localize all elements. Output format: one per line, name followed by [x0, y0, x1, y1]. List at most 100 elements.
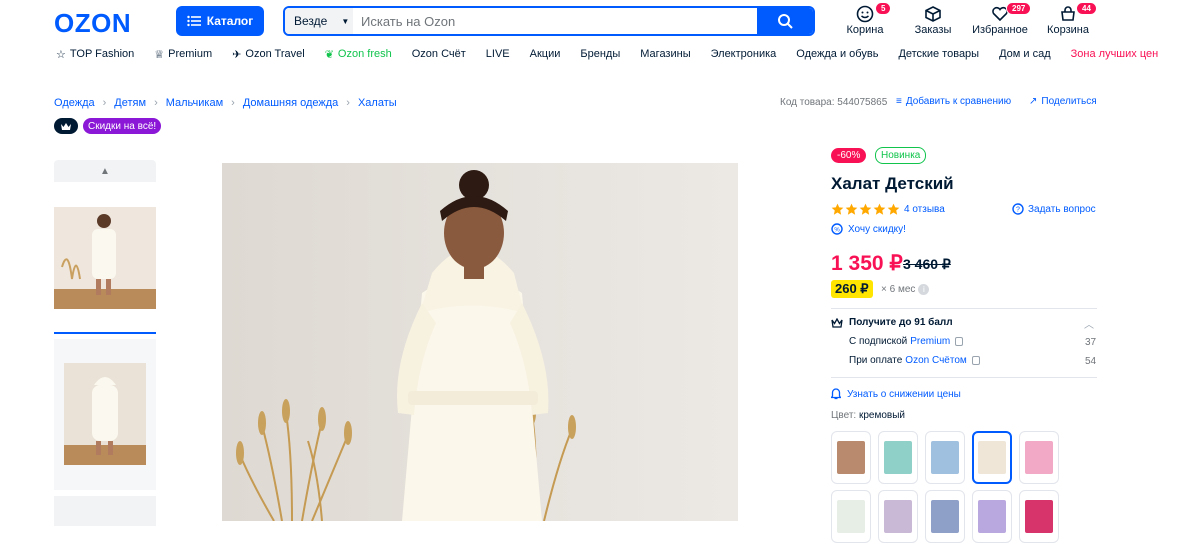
info-icon[interactable]: i — [918, 284, 930, 295]
color-swatch[interactable] — [1019, 490, 1059, 543]
color-swatch[interactable] — [878, 431, 918, 484]
search-input[interactable] — [353, 8, 757, 34]
compare-label: Добавить к сравнению — [905, 96, 1012, 107]
thumbnail-photo — [64, 363, 146, 465]
share-icon: ↗ — [1029, 96, 1038, 107]
nav-item-live[interactable]: LIVE — [486, 48, 510, 60]
header-orders[interactable]: Заказы — [905, 4, 961, 36]
color-swatch[interactable] — [925, 431, 965, 484]
nav-item-top-fashion[interactable]: ☆ TOP Fashion — [56, 48, 134, 61]
discount-badge: -60% — [831, 148, 867, 163]
top-nav: ☆ TOP Fashion ♕ Premium ✈ Ozon Travel ❦ Ozon… — [56, 46, 1158, 62]
discount-chat-icon: % — [831, 223, 843, 235]
nav-label: Premium — [168, 48, 213, 60]
color-swatch-selected[interactable] — [972, 431, 1012, 484]
product-code: Код товара: 544075865 — [780, 97, 888, 108]
ask-question-button[interactable]: ? Задать вопрос — [1012, 203, 1096, 215]
search-button[interactable] — [757, 8, 813, 34]
points-header[interactable]: Получите до 91 балл — [831, 317, 953, 328]
breadcrumb-item[interactable]: Домашняя одежда — [243, 97, 338, 109]
share-button[interactable]: ↗ Поделиться — [1029, 96, 1097, 107]
chevron-right-icon: › — [102, 97, 107, 109]
star-icon — [845, 203, 858, 215]
thumbnail-1[interactable] — [54, 207, 156, 309]
rating-stars[interactable] — [831, 203, 900, 216]
thumbs-up-button[interactable]: ▲ — [54, 160, 156, 182]
header-favorites[interactable]: 297 Избранное — [972, 2, 1032, 36]
swatch-photo — [1025, 500, 1053, 533]
breadcrumb-item[interactable]: Одежда — [54, 97, 95, 109]
nav-item-promotions[interactable]: Акции — [530, 48, 561, 60]
swatch-photo — [978, 441, 1006, 474]
nav-item-ozon-travel[interactable]: ✈ Ozon Travel — [232, 48, 305, 61]
color-label-text: Цвет: — [831, 410, 857, 421]
points-value: 37 — [1085, 337, 1097, 348]
points-prefix: С подпиской — [849, 336, 908, 347]
color-swatch[interactable] — [831, 490, 871, 543]
want-discount-label: Хочу скидку! — [848, 223, 906, 235]
installment-price[interactable]: 260 ₽ — [831, 280, 873, 298]
want-discount-button[interactable]: % Хочу скидку! — [831, 223, 906, 235]
nav-item-home[interactable]: Дом и сад — [999, 48, 1051, 60]
plane-icon: ✈ — [232, 48, 242, 61]
nav-item-premium[interactable]: ♕ Premium — [154, 48, 212, 61]
search-scope-select[interactable]: Везде ▼ — [285, 8, 353, 34]
header-profile[interactable]: 5 Корина — [837, 2, 893, 36]
swatch-photo — [931, 500, 959, 533]
swatch-photo — [1025, 441, 1053, 474]
color-swatch[interactable] — [878, 490, 918, 543]
thumbnail-3[interactable] — [54, 496, 156, 526]
nav-item-kids[interactable]: Детские товары — [898, 48, 979, 60]
divider — [831, 377, 1097, 378]
chevron-up-icon: ▲ — [100, 165, 110, 177]
profile-badge: 5 — [875, 2, 892, 15]
nav-item-ozon-fresh[interactable]: ❦ Ozon fresh — [325, 48, 392, 61]
nav-label: Ozon Travel — [245, 48, 305, 60]
nav-item-electronics[interactable]: Электроника — [711, 48, 777, 60]
color-swatches — [831, 431, 1059, 484]
breadcrumb-item[interactable]: Мальчикам — [166, 97, 223, 109]
svg-text:?: ? — [1016, 207, 1020, 214]
nav-item-brands[interactable]: Бренды — [580, 48, 620, 60]
color-swatch[interactable] — [1019, 431, 1059, 484]
star-icon — [873, 203, 886, 215]
ozon-logo[interactable]: OZON — [54, 8, 131, 39]
color-swatch[interactable] — [925, 490, 965, 543]
catalog-label: Каталог — [206, 14, 254, 28]
nav-item-stores[interactable]: Магазины — [640, 48, 690, 60]
nav-item-best-prices[interactable]: Зона лучших цен — [1071, 48, 1159, 60]
nav-item-ozon-account[interactable]: Ozon Счёт — [412, 48, 466, 60]
search-bar: Везде ▼ — [283, 6, 815, 36]
favorites-badge: 297 — [1006, 2, 1032, 15]
thumbnail-2[interactable] — [54, 339, 156, 490]
color-swatch[interactable] — [831, 431, 871, 484]
premium-link[interactable]: Premium — [910, 336, 950, 347]
thumbnail-photo — [54, 214, 156, 309]
points-row-premium: С подпиской Premium — [849, 336, 964, 347]
ozon-account-link[interactable]: Ozon Счётом — [905, 355, 966, 366]
header-cart[interactable]: 44 Корзина — [1040, 2, 1097, 36]
breadcrumb-item[interactable]: Детям — [114, 97, 146, 109]
color-swatch[interactable] — [972, 490, 1012, 543]
lock-icon — [955, 337, 964, 346]
swatch-photo — [837, 441, 865, 474]
leaf-icon: ❦ — [324, 48, 334, 61]
price-drop-notify-button[interactable]: Узнать о снижении цены — [831, 388, 961, 400]
compare-button[interactable]: ≡ Добавить к сравнению — [896, 96, 1011, 107]
product-title: Халат Детский — [831, 174, 954, 193]
installment-term-label: × 6 мес — [881, 284, 916, 295]
menu-icon — [187, 15, 201, 27]
collapse-chevron-icon[interactable]: ︿ — [1084, 316, 1094, 331]
reviews-link[interactable]: 4 отзыва — [904, 204, 945, 215]
breadcrumb-item[interactable]: Халаты — [358, 97, 397, 109]
nav-item-clothing[interactable]: Одежда и обувь — [796, 48, 878, 60]
catalog-button[interactable]: Каталог — [176, 6, 264, 36]
points-title: Получите до 91 балл — [849, 317, 953, 328]
swatch-photo — [837, 500, 865, 533]
bell-icon — [831, 388, 841, 400]
new-badge: Новинка — [875, 147, 927, 164]
premium-pill[interactable] — [54, 118, 78, 134]
search-icon — [778, 14, 793, 29]
discount-pill[interactable]: Скидки на всё! — [83, 118, 162, 134]
main-product-image[interactable] — [222, 163, 738, 521]
